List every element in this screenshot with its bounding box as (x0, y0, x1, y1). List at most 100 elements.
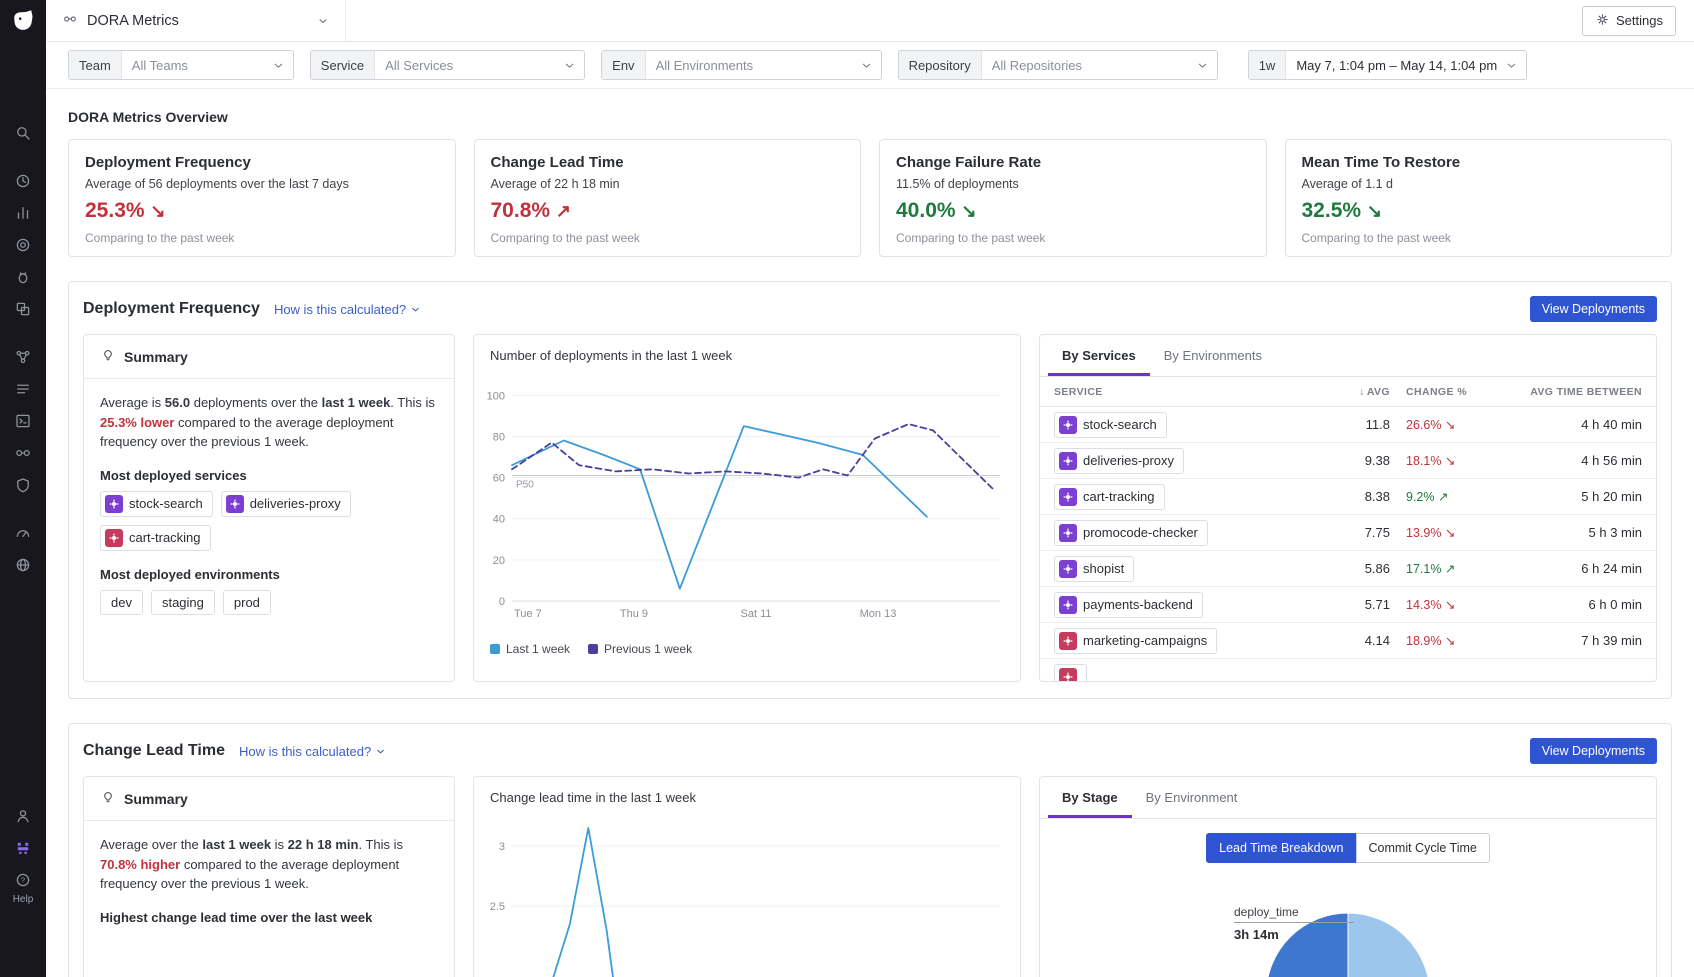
sidebar-item-search[interactable] (0, 118, 46, 150)
tab-by-services[interactable]: By Services (1048, 335, 1150, 376)
admin-icon (14, 807, 32, 828)
table-row[interactable]: payments-backend5.7114.3% ↘6 h 0 min (1040, 587, 1656, 623)
metric-card: Deployment FrequencyAverage of 56 deploy… (68, 139, 456, 257)
sidebar-item-service-map[interactable] (0, 342, 46, 374)
summary-segment: . This is (358, 837, 403, 852)
service-pill[interactable]: shopist (1054, 556, 1134, 582)
filter-service-select[interactable]: ServiceAll Services (310, 50, 585, 80)
cell-service: payments-backend (1054, 592, 1326, 618)
chevron-down-icon (410, 304, 421, 315)
toggle-commit-cycle-time[interactable]: Commit Cycle Time (1356, 833, 1490, 863)
datadog-dog-icon (9, 7, 37, 35)
service-pill[interactable]: deliveries-proxy (1054, 448, 1184, 474)
pie-slice-label: deploy_time (1234, 905, 1354, 923)
logs-icon (14, 380, 32, 401)
sidebar-item-dashboards[interactable] (0, 230, 46, 262)
pie-slice-callout: deploy_time 3h 14m (1234, 905, 1354, 942)
sidebar-item-history[interactable] (0, 166, 46, 198)
table-row[interactable]: stock-search11.826.6% ↘4 h 40 min (1040, 407, 1656, 443)
cell-change: 17.1% ↗ (1390, 561, 1494, 576)
datadog-logo[interactable] (0, 0, 46, 42)
how-calculated-label: How is this calculated? (274, 302, 406, 317)
security-icon (14, 476, 32, 497)
tab-by-environments[interactable]: By Environments (1150, 335, 1276, 376)
env-pill[interactable]: prod (223, 590, 271, 615)
synthetics-icon (14, 556, 32, 577)
sidebar-item-ci-pipelines[interactable] (0, 406, 46, 438)
ci-pipelines-icon (14, 412, 32, 433)
legend-item[interactable]: Previous 1 week (588, 642, 692, 656)
summary-panel: Summary Average over the last 1 week is … (83, 776, 455, 977)
filter-env-select[interactable]: EnvAll Environments (601, 50, 881, 80)
table-row[interactable]: promocode-checker7.7513.9% ↘5 h 3 min (1040, 515, 1656, 551)
sidebar-item-containers[interactable] (0, 294, 46, 326)
sidebar-item-logs[interactable] (0, 374, 46, 406)
summary-panel-body: Average is 56.0 deployments over the las… (84, 379, 454, 629)
service-pill[interactable]: promocode-checker (1054, 520, 1208, 546)
how-calculated-link[interactable]: How is this calculated? (239, 744, 386, 759)
service-pill[interactable]: cart-tracking (100, 525, 211, 551)
sidebar-item-infrastructure[interactable] (0, 262, 46, 294)
service-pill[interactable]: stock-search (100, 491, 213, 517)
dashboard-title-dropdown[interactable]: DORA Metrics (46, 0, 346, 41)
table-row[interactable]: shopist5.8617.1% ↗6 h 24 min (1040, 551, 1656, 587)
sidebar-item-metrics[interactable] (0, 198, 46, 230)
sidebar-item-synthetics[interactable] (0, 550, 46, 582)
col-service[interactable]: SERVICE (1054, 386, 1326, 398)
cell-avg-time: 6 h 0 min (1494, 597, 1642, 612)
cell-avg: 8.38 (1326, 489, 1390, 504)
metric-card-value: 32.5% ↘ (1302, 199, 1656, 223)
sidebar-item-help[interactable]: ? Help (13, 871, 34, 905)
table-row[interactable]: cart-tracking8.389.2% ↗5 h 20 min (1040, 479, 1656, 515)
env-pill[interactable]: dev (100, 590, 143, 615)
trend-arrow-icon: ↘ (150, 201, 165, 221)
tab-by-stage[interactable]: By Stage (1048, 777, 1132, 818)
service-pill[interactable]: deliveries-proxy (221, 491, 351, 517)
most-deployed-services: stock-search deliveries-proxy cart-trackin… (100, 491, 438, 551)
sidebar-item-bits-ai[interactable] (0, 833, 46, 865)
filter-team-select[interactable]: TeamAll Teams (68, 50, 294, 80)
tab-by-environment[interactable]: By Environment (1132, 777, 1252, 818)
metric-card-value: 70.8% ↗ (491, 199, 845, 223)
most-deployed-environments: dev staging prod (100, 590, 438, 615)
svg-text:P50: P50 (516, 480, 534, 491)
chart-legend: Last 1 week Previous 1 week (474, 640, 1020, 668)
toggle-lead-time-breakdown[interactable]: Lead Time Breakdown (1206, 833, 1355, 863)
trend-arrow-icon: ↘ (961, 201, 976, 221)
col-avg-time-between[interactable]: AVG TIME BETWEEN (1494, 386, 1642, 398)
env-pill[interactable]: staging (151, 590, 215, 615)
filter-repository-select[interactable]: RepositoryAll Repositories (898, 50, 1218, 80)
service-pill[interactable]: payments-backend (1054, 592, 1203, 618)
sidebar-item-admin[interactable] (0, 801, 46, 833)
cell-avg-time: 4 h 56 min (1494, 453, 1642, 468)
view-deployments-button[interactable]: View Deployments (1530, 296, 1657, 322)
sidebar-item-integrations[interactable] (0, 438, 46, 470)
filter-value: All Services (375, 51, 563, 79)
service-pill[interactable]: stock-search (1054, 412, 1167, 438)
cell-service: shopist (1054, 556, 1326, 582)
highest-lead-time-label: Highest change lead time over the last w… (100, 910, 438, 925)
view-deployments-button[interactable]: View Deployments (1530, 738, 1657, 764)
legend-item[interactable]: Last 1 week (490, 642, 570, 656)
col-avg[interactable]: ↓AVG (1326, 386, 1390, 398)
metric-card-title: Change Lead Time (491, 154, 845, 171)
service-icon (1059, 452, 1077, 470)
dashboard-icon (62, 11, 78, 30)
table-row[interactable]: deliveries-proxy9.3818.1% ↘4 h 56 min (1040, 443, 1656, 479)
col-change[interactable]: CHANGE % (1390, 386, 1494, 398)
time-range-picker[interactable]: 1w May 7, 1:04 pm – May 14, 1:04 pm (1248, 50, 1528, 80)
service-pill[interactable]: cart-tracking (1054, 484, 1165, 510)
section-header: Deployment Frequency How is this calcula… (83, 296, 1657, 322)
how-calculated-link[interactable]: How is this calculated? (274, 302, 421, 317)
sidebar-item-monitors[interactable] (0, 518, 46, 550)
service-pill[interactable]: marketing-campaigns (1054, 628, 1217, 654)
lightbulb-icon (100, 347, 116, 366)
filter-bar: TeamAll Teams ServiceAll Services EnvAll E… (46, 42, 1694, 89)
settings-label: Settings (1616, 13, 1663, 28)
table-row[interactable]: marketing-campaigns4.1418.9% ↘7 h 39 min (1040, 623, 1656, 659)
cell-avg: 7.75 (1326, 525, 1390, 540)
svg-text:100: 100 (487, 390, 505, 402)
sidebar-item-security[interactable] (0, 470, 46, 502)
settings-button[interactable]: Settings (1582, 6, 1676, 36)
service-pill-label: cart-tracking (1083, 489, 1155, 504)
